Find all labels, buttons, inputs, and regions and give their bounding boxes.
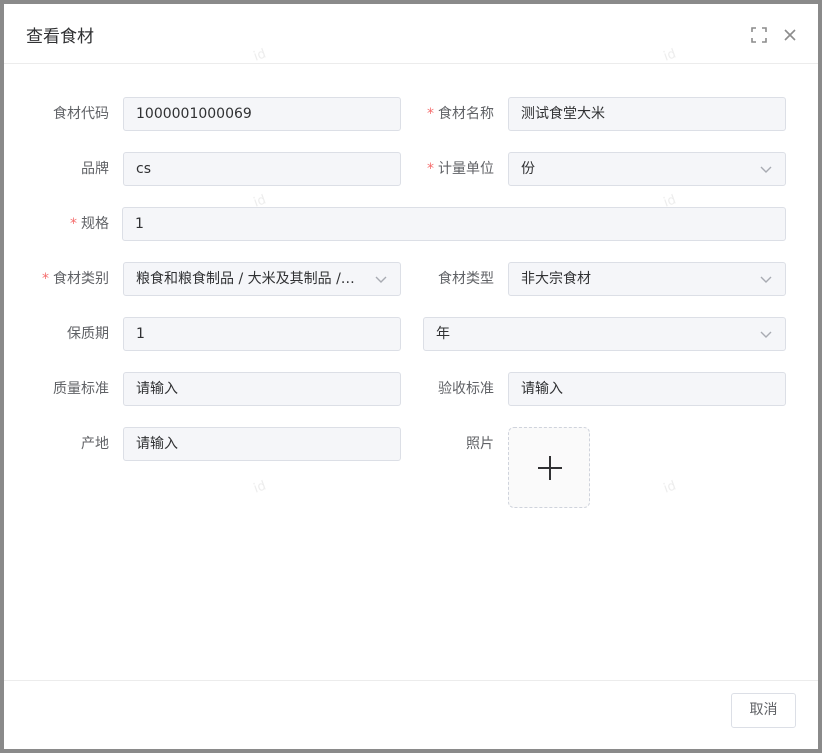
brand-label: 品牌 xyxy=(81,161,109,177)
shelf-life-unit-select[interactable]: 年 xyxy=(423,317,786,351)
quality-standard-field[interactable]: 请输入 xyxy=(123,372,401,406)
quality-standard-label: 质量标准 xyxy=(53,381,109,397)
chevron-down-icon xyxy=(760,331,772,338)
watermark: id xyxy=(661,478,679,497)
shelf-life-label: 保质期 xyxy=(67,326,109,342)
view-ingredient-dialog: id id id id id id id id 查看食材 食材代码 100000… xyxy=(4,4,818,749)
dialog-header: 查看食材 xyxy=(4,4,818,64)
acceptance-standard-field[interactable]: 请输入 xyxy=(508,372,786,406)
photo-upload[interactable] xyxy=(508,427,590,508)
chevron-down-icon xyxy=(760,276,772,283)
shelf-life-field[interactable]: 1 xyxy=(123,317,401,351)
code-label: 食材代码 xyxy=(53,106,109,122)
name-label: * 食材名称 xyxy=(427,106,494,122)
fullscreen-icon[interactable] xyxy=(750,26,768,44)
spec-label: * 规格 xyxy=(70,216,109,232)
spec-field[interactable]: 1 xyxy=(122,207,786,241)
material-type-label: 食材类型 xyxy=(438,271,494,287)
origin-label: 产地 xyxy=(81,436,109,452)
code-field[interactable]: 1000001000069 xyxy=(123,97,401,131)
name-field[interactable]: 测试食堂大米 xyxy=(508,97,786,131)
category-label: * 食材类别 xyxy=(42,271,109,287)
chevron-down-icon xyxy=(375,276,387,283)
plus-icon xyxy=(538,456,562,480)
brand-field[interactable]: cs xyxy=(123,152,401,186)
category-cascader[interactable]: 粮食和粮食制品 / 大米及其制品 / 大米 xyxy=(123,262,401,296)
origin-field[interactable]: 请输入 xyxy=(123,427,401,461)
unit-select[interactable]: 份 xyxy=(508,152,786,186)
watermark: id xyxy=(251,478,269,497)
dialog-title: 查看食材 xyxy=(26,27,94,47)
close-icon[interactable] xyxy=(781,26,799,44)
dialog-footer: 取消 xyxy=(4,680,818,749)
acceptance-standard-label: 验收标准 xyxy=(438,381,494,397)
chevron-down-icon xyxy=(760,166,772,173)
unit-label: * 计量单位 xyxy=(427,161,494,177)
cancel-button[interactable]: 取消 xyxy=(731,693,796,728)
material-type-select[interactable]: 非大宗食材 xyxy=(508,262,786,296)
photo-label: 照片 xyxy=(466,436,494,452)
